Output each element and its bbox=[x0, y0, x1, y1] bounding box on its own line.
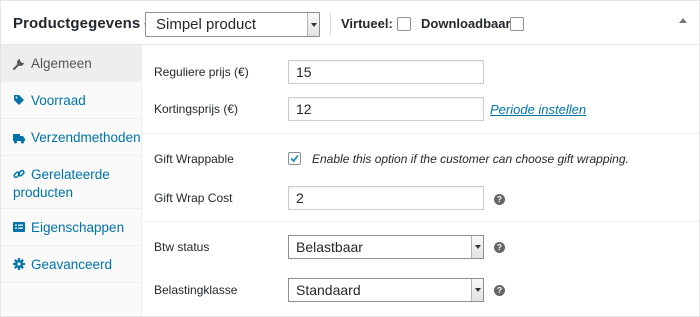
gear-icon bbox=[13, 258, 25, 270]
collapse-toggle-icon[interactable] bbox=[679, 18, 687, 23]
sale-price-label: Kortingsprijs (€) bbox=[154, 102, 239, 116]
help-icon[interactable]: ? bbox=[494, 285, 505, 296]
tax-class-label: Belastingklasse bbox=[154, 283, 238, 297]
chevron-down-icon bbox=[471, 236, 483, 258]
section-divider bbox=[142, 221, 699, 222]
product-type-value: Simpel product bbox=[156, 16, 257, 33]
virtual-label: Virtueel: bbox=[341, 16, 393, 31]
chevron-down-icon bbox=[471, 279, 483, 301]
tax-status-select[interactable]: Belastbaar bbox=[288, 235, 484, 259]
general-panel: Reguliere prijs (€) 15 Kortingsprijs (€)… bbox=[142, 45, 699, 316]
wrench-icon bbox=[13, 59, 24, 70]
tax-status-value: Belastbaar bbox=[296, 239, 363, 255]
product-data-tabs: Algemeen Voorraad Verzendmethoden Gerela… bbox=[1, 45, 142, 316]
section-divider bbox=[142, 133, 699, 134]
gift-wrap-cost-value: 2 bbox=[296, 190, 304, 206]
tab-attributes[interactable]: Eigenschappen bbox=[1, 209, 142, 246]
regular-price-value: 15 bbox=[296, 64, 312, 80]
truck-icon bbox=[13, 134, 25, 144]
link-icon bbox=[13, 169, 25, 179]
tag-icon bbox=[14, 95, 24, 105]
header-divider bbox=[330, 13, 331, 35]
sale-price-input[interactable]: 12 bbox=[288, 97, 484, 121]
help-icon[interactable]: ? bbox=[494, 242, 505, 253]
tab-label: Algemeen bbox=[31, 56, 92, 71]
schedule-sale-link[interactable]: Periode instellen bbox=[490, 102, 586, 117]
help-icon[interactable]: ? bbox=[494, 194, 505, 205]
panel-header: Productgegevens — Simpel product Virtuee… bbox=[1, 1, 699, 45]
tab-general[interactable]: Algemeen bbox=[1, 45, 142, 82]
list-icon bbox=[13, 222, 25, 232]
tax-class-value: Standaard bbox=[296, 282, 361, 298]
tax-status-label: Btw status bbox=[154, 240, 210, 254]
product-type-select[interactable]: Simpel product bbox=[145, 12, 320, 37]
tab-label-line1: Gerelateerde bbox=[31, 167, 110, 182]
chevron-down-icon bbox=[307, 13, 319, 36]
product-data-panel: Productgegevens — Simpel product Virtuee… bbox=[0, 0, 700, 317]
sale-price-value: 12 bbox=[296, 101, 312, 117]
tab-label: Verzendmethoden bbox=[31, 130, 141, 145]
tab-label: Geavanceerd bbox=[31, 257, 113, 272]
tax-class-select[interactable]: Standaard bbox=[288, 278, 484, 302]
gift-wrappable-label: Gift Wrappable bbox=[154, 152, 234, 166]
gift-wrappable-checkbox[interactable] bbox=[288, 152, 301, 165]
gift-wrap-cost-input[interactable]: 2 bbox=[288, 186, 484, 210]
tab-label-line2: producten bbox=[13, 185, 74, 200]
panel-title: Productgegevens — bbox=[13, 15, 160, 32]
regular-price-input[interactable]: 15 bbox=[288, 60, 484, 84]
tab-label: Voorraad bbox=[31, 93, 86, 108]
regular-price-label: Reguliere prijs (€) bbox=[154, 65, 249, 79]
tab-linked-products[interactable]: Gerelateerde producten bbox=[1, 156, 142, 209]
downloadable-checkbox[interactable] bbox=[510, 17, 524, 31]
tab-shipping[interactable]: Verzendmethoden bbox=[1, 119, 142, 156]
gift-wrap-cost-label: Gift Wrap Cost bbox=[154, 191, 233, 205]
virtual-checkbox[interactable] bbox=[397, 17, 411, 31]
tab-inventory[interactable]: Voorraad bbox=[1, 82, 142, 119]
tab-label: Eigenschappen bbox=[31, 220, 125, 235]
gift-wrappable-description: Enable this option if the customer can c… bbox=[312, 152, 629, 166]
downloadable-label: Downloadbaar: bbox=[421, 16, 515, 31]
tab-advanced[interactable]: Geavanceerd bbox=[1, 246, 142, 283]
